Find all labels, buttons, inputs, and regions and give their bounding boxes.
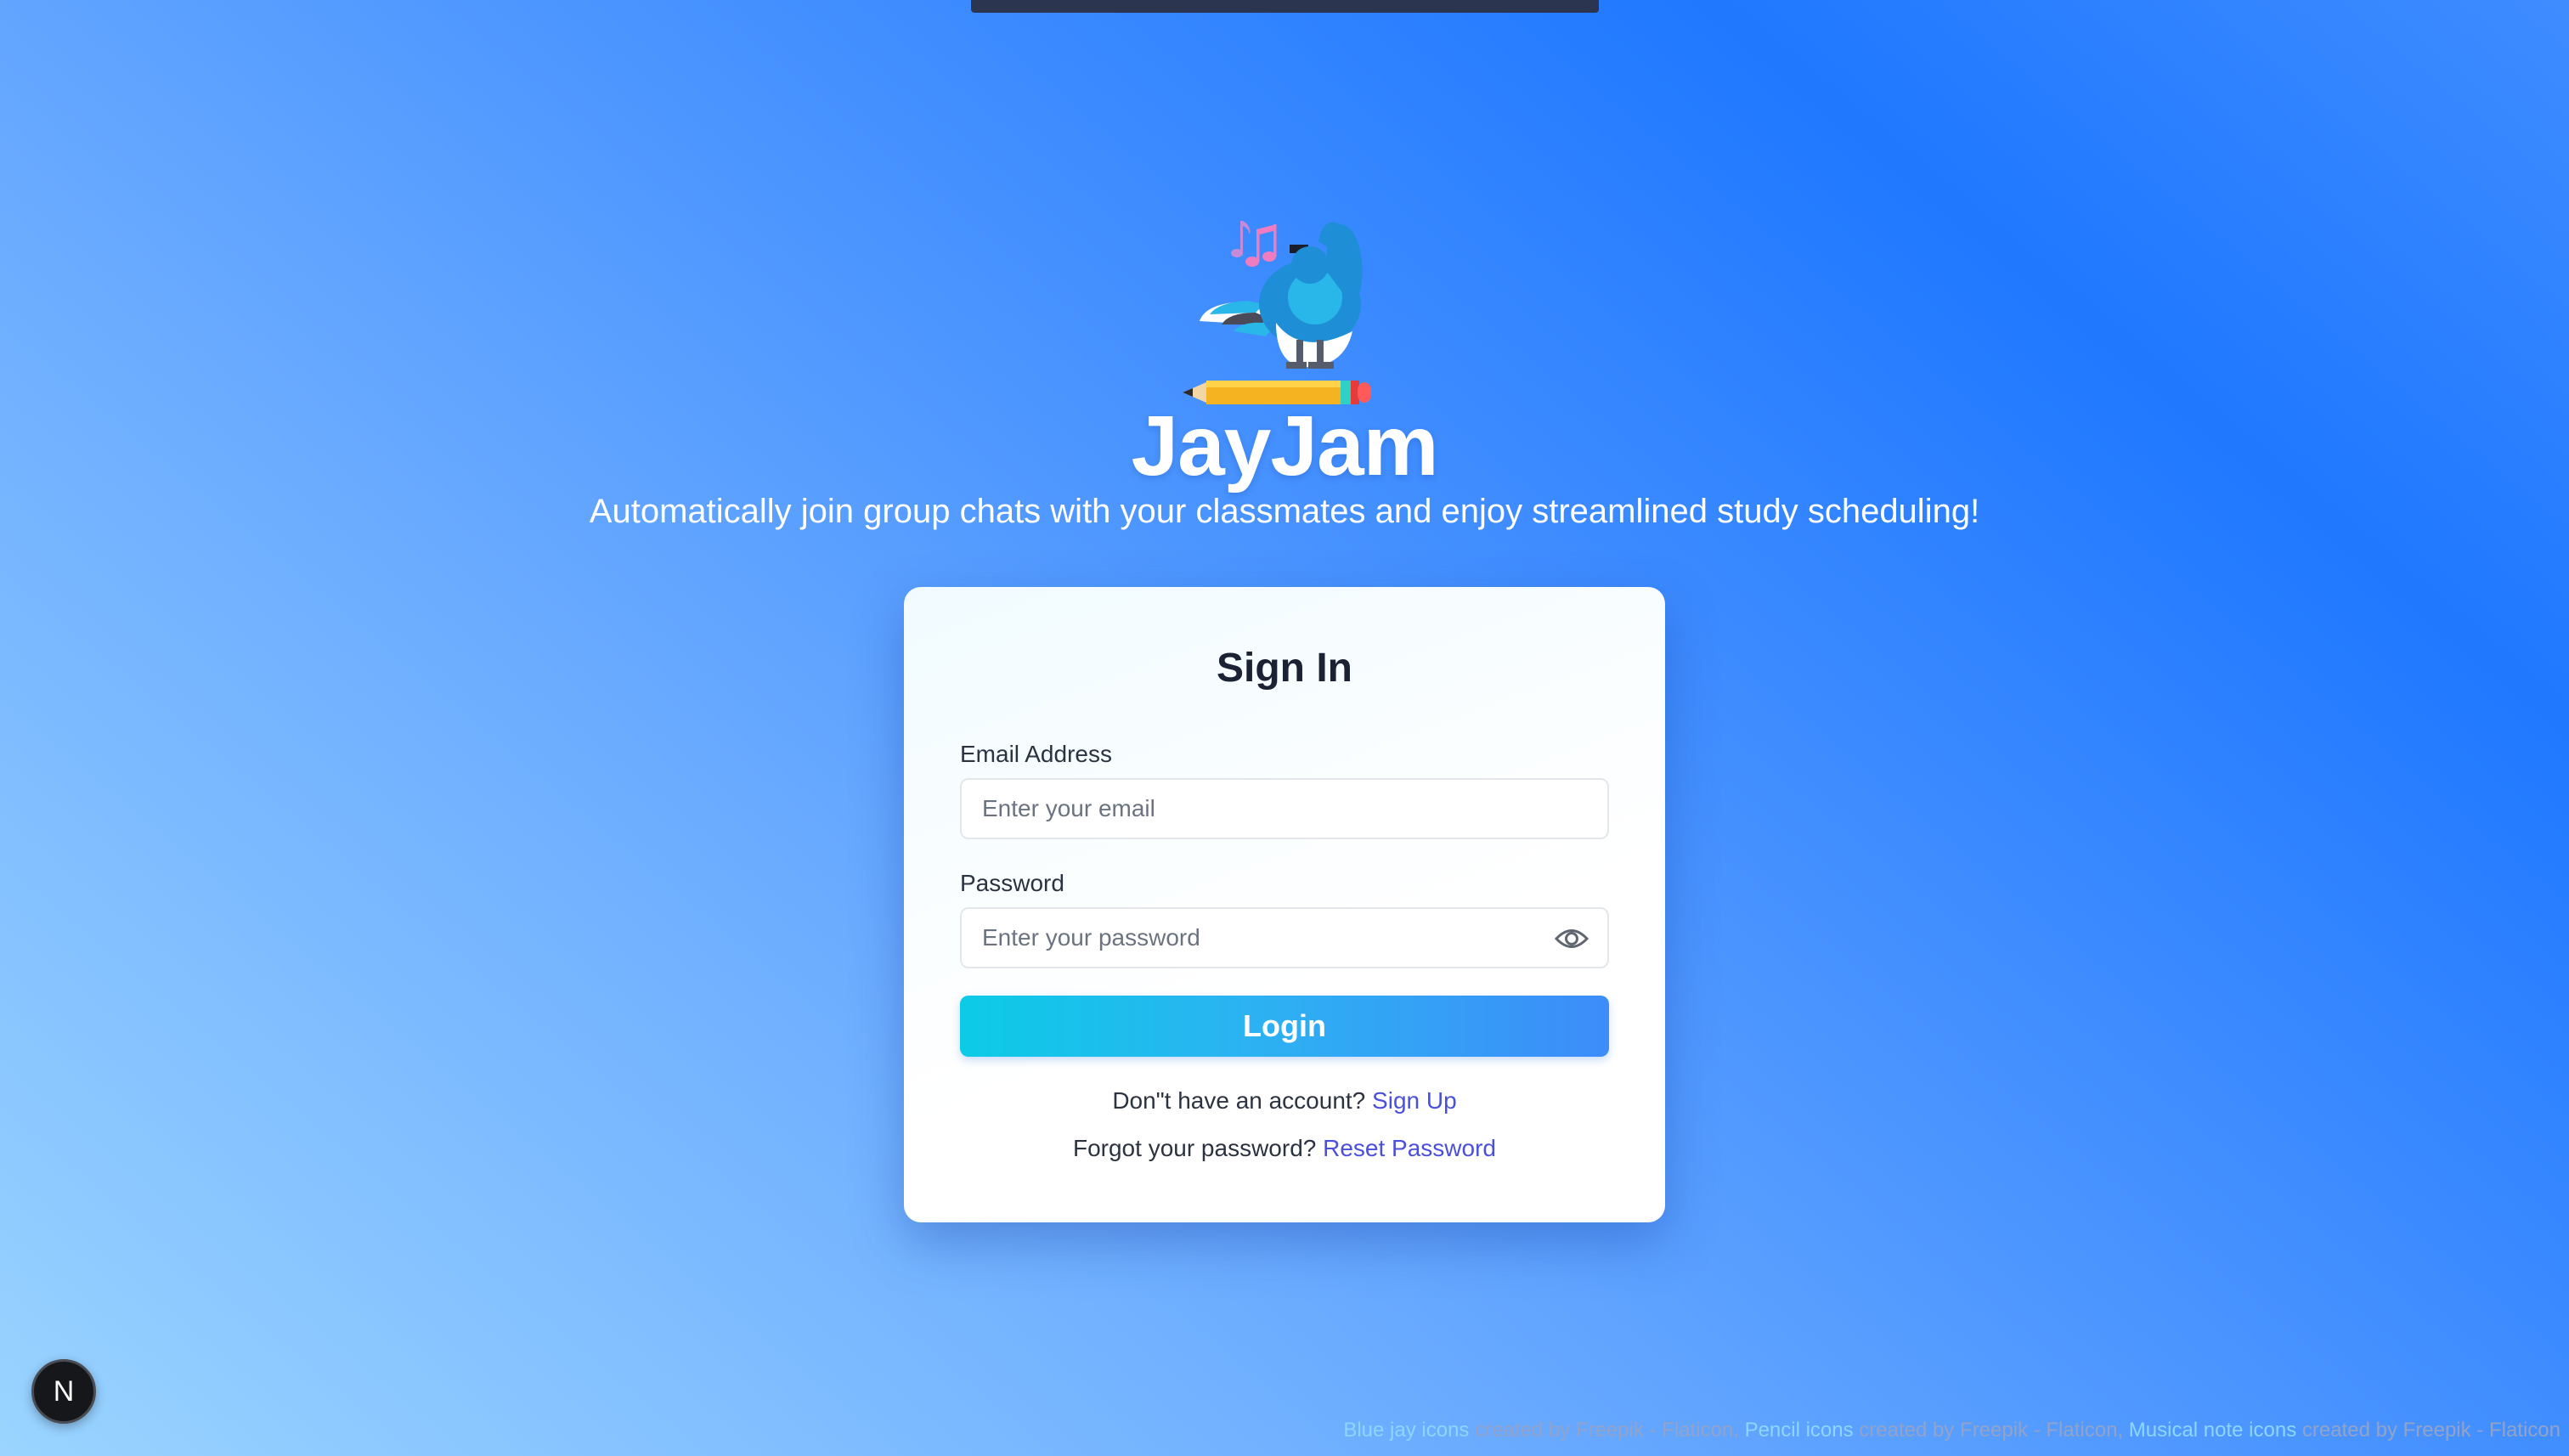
credit-blue-jay-link[interactable]: Blue jay icons	[1343, 1419, 1469, 1442]
password-label: Password	[960, 870, 1064, 896]
dev-tools-badge[interactable]: N	[31, 1359, 96, 1424]
sign-in-title: Sign In	[1217, 646, 1352, 691]
credit-pencil-link[interactable]: Pencil icons	[1745, 1419, 1854, 1442]
reset-password-link[interactable]: Reset Password	[1323, 1135, 1496, 1161]
credit-text-1: created by Freepik - Flaticon,	[1469, 1419, 1745, 1442]
password-field-box	[960, 907, 1609, 968]
password-input[interactable]	[982, 909, 1543, 967]
login-button[interactable]: Login	[960, 996, 1609, 1057]
signup-line: Don"t have an account? Sign Up	[904, 1087, 1665, 1115]
email-field-box	[960, 778, 1609, 839]
email-label: Email Address	[960, 741, 1112, 767]
sign-up-link[interactable]: Sign Up	[1372, 1087, 1457, 1114]
reset-line: Forgot your password? Reset Password	[904, 1135, 1665, 1162]
blue-jay-logo-icon	[1183, 221, 1371, 404]
app-title: JayJam	[1131, 398, 1439, 494]
credit-text-2: created by Freepik - Flaticon,	[1853, 1419, 2129, 1442]
app-tagline: Automatically join group chats with your…	[589, 493, 1980, 530]
credit-music-note-link[interactable]: Musical note icons	[2129, 1419, 2296, 1442]
credit-text-3: created by Freepik - Flaticon	[2296, 1419, 2561, 1442]
sign-in-card: Sign In Email Address Password Login Don…	[904, 587, 1665, 1222]
signup-prompt: Don"t have an account?	[1112, 1087, 1366, 1114]
top-toolbar-strip	[971, 0, 1599, 13]
reset-prompt: Forgot your password?	[1072, 1135, 1317, 1161]
eye-icon[interactable]	[1555, 924, 1589, 953]
email-input[interactable]	[982, 780, 1543, 838]
icon-credits: Blue jay icons created by Freepik - Flat…	[1343, 1419, 2561, 1442]
